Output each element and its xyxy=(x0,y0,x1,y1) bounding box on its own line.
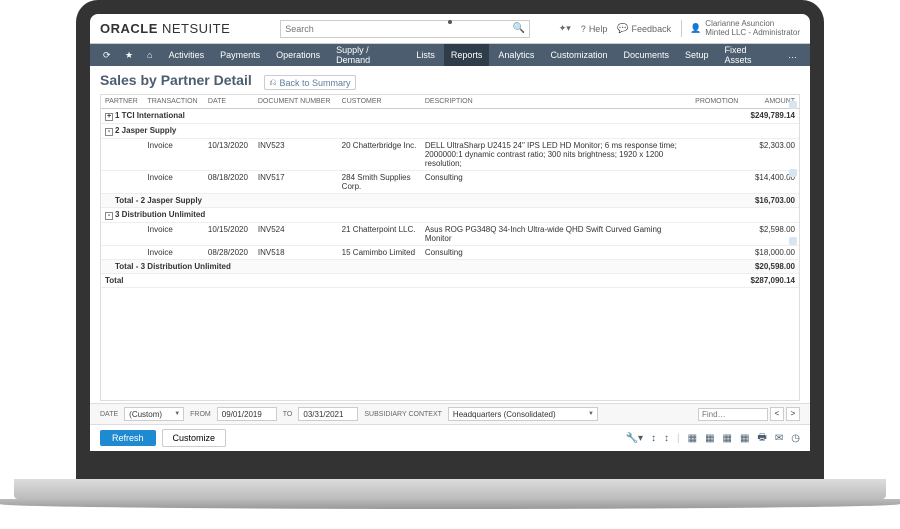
global-search[interactable]: 🔍 xyxy=(280,20,530,38)
menu-customization[interactable]: Customization xyxy=(543,44,614,66)
logo-thin: NETSUITE xyxy=(158,21,230,36)
schedule-icon[interactable]: ◷ xyxy=(791,433,800,444)
subsidiary-label: SUBSIDIARY CONTEXT xyxy=(364,411,442,418)
to-label: TO xyxy=(283,411,293,418)
menu--[interactable]: … xyxy=(781,44,804,66)
menubar: ⟳ ★ ⌂ ActivitiesPaymentsOperationsSupply… xyxy=(90,44,810,66)
date-label: DATE xyxy=(100,411,118,418)
indicator-dot[interactable] xyxy=(789,101,797,109)
logo: ORACLE NETSUITE xyxy=(100,21,230,36)
laptop-frame: ORACLE NETSUITE 🔍 ✦▾ ?Help 💬 Feedback 👤 C… xyxy=(76,0,824,479)
export-icons: 🔧▾ ↕ ↕ | ▦ ▦ ▦ ▦ 🖶 ✉ ◷ xyxy=(626,430,800,447)
camera-dot xyxy=(448,20,452,24)
col-partner[interactable]: PARTNER xyxy=(101,95,143,109)
table-row: Invoice08/18/2020INV517284 Smith Supplie… xyxy=(101,171,799,194)
star-icon[interactable]: ★ xyxy=(118,44,138,66)
table-row: Total$287,090.14 xyxy=(101,274,799,288)
menu-setup[interactable]: Setup xyxy=(678,44,716,66)
export-csv-icon[interactable]: ▦ xyxy=(688,433,697,444)
top-right: ✦▾ ?Help 💬 Feedback 👤 Clarianne Asuncion … xyxy=(559,20,800,38)
laptop-foot xyxy=(0,499,900,509)
col-promotion[interactable]: PROMOTION xyxy=(691,95,744,109)
toggle-icon[interactable]: - xyxy=(105,212,113,220)
filter-bar: DATE (Custom) FROM 09/01/2019 TO 03/31/2… xyxy=(90,403,810,424)
back-to-summary[interactable]: ⎌ Back to Summary xyxy=(264,75,355,90)
feedback-icon: 💬 xyxy=(617,23,628,34)
find-prev[interactable]: < xyxy=(770,407,784,421)
logo-bold: ORACLE xyxy=(100,21,158,36)
indicator-dot[interactable] xyxy=(789,237,797,245)
export-xls-icon[interactable]: ▦ xyxy=(723,433,732,444)
to-date-field[interactable]: 03/31/2021 xyxy=(298,407,358,421)
menu-documents[interactable]: Documents xyxy=(616,44,676,66)
find-box: < > xyxy=(698,407,800,421)
table-row: Invoice10/15/2020INV52421 Chatterpoint L… xyxy=(101,223,799,246)
indicator-dot[interactable] xyxy=(789,169,797,177)
col-description[interactable]: DESCRIPTION xyxy=(421,95,691,109)
col-date[interactable]: DATE xyxy=(204,95,254,109)
col-document-number[interactable]: DOCUMENT NUMBER xyxy=(254,95,338,109)
menu-fixed-assets[interactable]: Fixed Assets xyxy=(718,44,779,66)
menu-reports[interactable]: Reports xyxy=(444,44,490,66)
user-text: Clarianne Asuncion Minted LLC - Administ… xyxy=(705,20,800,38)
export-doc-icon[interactable]: ▦ xyxy=(740,433,749,444)
topbar: ORACLE NETSUITE 🔍 ✦▾ ?Help 💬 Feedback 👤 C… xyxy=(90,14,810,44)
table-row: -2 Jasper Supply xyxy=(101,124,799,139)
help-link[interactable]: ?Help xyxy=(581,24,608,34)
menu-operations[interactable]: Operations xyxy=(269,44,327,66)
report-table-container: PARTNERTRANSACTIONDATEDOCUMENT NUMBERCUS… xyxy=(100,94,800,401)
sort-desc-icon[interactable]: ↕ xyxy=(664,433,669,444)
feedback-link[interactable]: 💬 Feedback xyxy=(617,23,671,34)
wrench-icon[interactable]: 🔧▾ xyxy=(626,433,643,444)
search-input[interactable] xyxy=(285,24,513,34)
page-header: Sales by Partner Detail ⎌ Back to Summar… xyxy=(90,66,810,92)
table-row: -3 Distribution Unlimited xyxy=(101,208,799,223)
laptop-base xyxy=(14,479,886,499)
table-row: Total - 2 Jasper Supply$16,703.00 xyxy=(101,194,799,208)
back-icon: ⎌ xyxy=(269,77,276,88)
date-preset-select[interactable]: (Custom) xyxy=(124,407,184,421)
customize-button[interactable]: Customize xyxy=(162,429,227,447)
refresh-button[interactable]: Refresh xyxy=(100,430,156,446)
email-icon[interactable]: ✉ xyxy=(775,433,783,444)
user-role: Minted LLC - Administrator xyxy=(705,29,800,38)
menu-supply-demand[interactable]: Supply / Demand xyxy=(329,44,407,66)
back-label: Back to Summary xyxy=(279,78,350,88)
subsidiary-select[interactable]: Headquarters (Consolidated) xyxy=(448,407,598,421)
report-table: PARTNERTRANSACTIONDATEDOCUMENT NUMBERCUS… xyxy=(101,95,799,288)
table-row: Invoice10/13/2020INV52320 Chatterbridge … xyxy=(101,139,799,171)
find-input[interactable] xyxy=(698,408,768,421)
action-bar: Refresh Customize 🔧▾ ↕ ↕ | ▦ ▦ ▦ ▦ 🖶 ✉ ◷ xyxy=(90,424,810,451)
print-icon[interactable]: 🖶 xyxy=(757,430,766,447)
page-title: Sales by Partner Detail xyxy=(100,72,252,88)
home-icon[interactable]: ⌂ xyxy=(140,44,160,66)
menu-activities[interactable]: Activities xyxy=(162,44,212,66)
history-icon[interactable]: ⟳ xyxy=(96,44,116,66)
from-label: FROM xyxy=(190,411,211,418)
help-icon: ? xyxy=(581,24,586,34)
divider: | xyxy=(677,433,680,444)
feedback-label: Feedback xyxy=(632,24,672,34)
user-icon: 👤 xyxy=(690,23,701,34)
toggle-icon[interactable]: + xyxy=(105,113,113,121)
col-customer[interactable]: CUSTOMER xyxy=(338,95,421,109)
find-next[interactable]: > xyxy=(786,407,800,421)
table-row: Total - 3 Distribution Unlimited$20,598.… xyxy=(101,260,799,274)
col-transaction[interactable]: TRANSACTION xyxy=(143,95,203,109)
help-label: Help xyxy=(589,24,608,34)
menu-lists[interactable]: Lists xyxy=(409,44,442,66)
table-row: +1 TCI International$249,789.14 xyxy=(101,109,799,124)
search-icon: 🔍 xyxy=(513,23,525,34)
toggle-icon[interactable]: - xyxy=(105,128,113,136)
app-window: ORACLE NETSUITE 🔍 ✦▾ ?Help 💬 Feedback 👤 C… xyxy=(90,14,810,451)
user-menu[interactable]: 👤 Clarianne Asuncion Minted LLC - Admini… xyxy=(681,20,800,38)
side-indicator xyxy=(787,95,799,400)
menu-payments[interactable]: Payments xyxy=(213,44,267,66)
table-row: Invoice08/28/2020INV51815 Camimbo Limite… xyxy=(101,246,799,260)
quick-actions-icon[interactable]: ✦▾ xyxy=(559,23,571,34)
from-date-field[interactable]: 09/01/2019 xyxy=(217,407,277,421)
sort-asc-icon[interactable]: ↕ xyxy=(651,433,656,444)
menu-analytics[interactable]: Analytics xyxy=(491,44,541,66)
export-pdf-icon[interactable]: ▦ xyxy=(705,433,714,444)
